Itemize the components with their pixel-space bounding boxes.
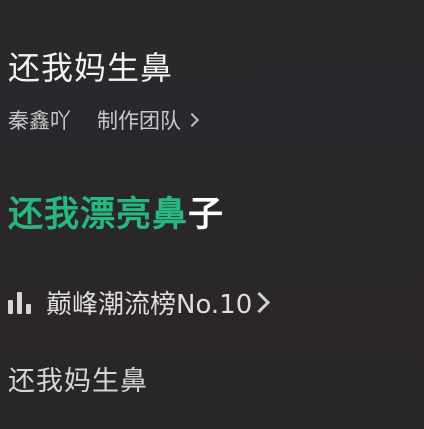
current-lyric-line: 还我漂亮鼻子 [8, 193, 224, 237]
production-team-label: 制作团队 [97, 109, 181, 133]
song-title: 还我妈生鼻 [8, 49, 174, 87]
player-screen: 还我妈生鼻 秦鑫吖 制作团队 还我漂亮鼻子 巅峰潮流榜No.10 还我妈生鼻 [0, 0, 424, 429]
song-meta-row: 秦鑫吖 制作团队 [8, 104, 200, 136]
next-lyric-line: 还我妈生鼻 [8, 366, 148, 397]
chevron-right-icon [184, 112, 200, 128]
chevron-right-icon [249, 291, 271, 313]
chart-rank-label: 巅峰潮流榜No.10 [46, 289, 253, 320]
production-team-link[interactable]: 制作团队 [97, 105, 200, 135]
chart-rank-link[interactable]: 巅峰潮流榜No.10 [8, 282, 271, 322]
bar-chart-icon [8, 290, 34, 314]
lyric-played-part: 还我漂亮鼻 [8, 195, 189, 235]
artist-name[interactable]: 秦鑫吖 [8, 105, 71, 135]
lyric-unplayed-part: 子 [188, 195, 225, 235]
